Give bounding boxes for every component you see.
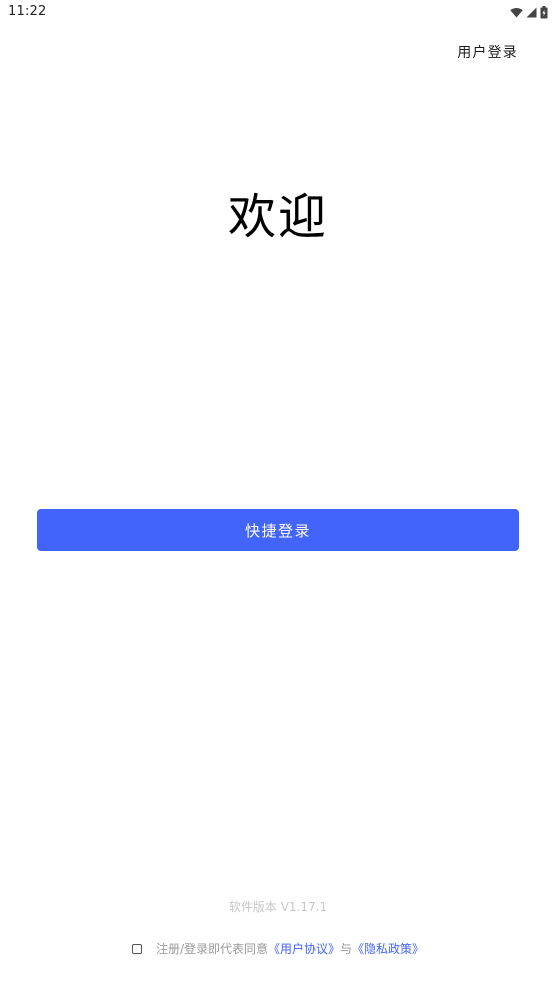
- status-bar: 11:22: [0, 0, 556, 24]
- wifi-icon: [510, 7, 523, 18]
- agreement-prefix: 注册/登录即代表同意: [155, 942, 268, 956]
- agreement-row: 注册/登录即代表同意 《用户协议》 与 《隐私政策》: [0, 940, 556, 957]
- user-login-link[interactable]: 用户登录: [457, 42, 518, 62]
- status-icons: [510, 4, 548, 20]
- status-time: 11:22: [8, 4, 47, 19]
- quick-login-button[interactable]: 快捷登录: [37, 509, 519, 551]
- battery-icon: [540, 5, 548, 19]
- software-version: 软件版本 V1.17.1: [228, 900, 328, 914]
- agreement-conjunction: 与: [340, 942, 353, 956]
- privacy-policy-link[interactable]: 《隐私政策》: [352, 940, 424, 957]
- welcome-title: 欢迎: [227, 189, 328, 245]
- user-agreement-link[interactable]: 《用户协议》: [268, 940, 340, 957]
- signal-icon: [526, 7, 537, 18]
- agreement-checkbox[interactable]: [131, 943, 142, 954]
